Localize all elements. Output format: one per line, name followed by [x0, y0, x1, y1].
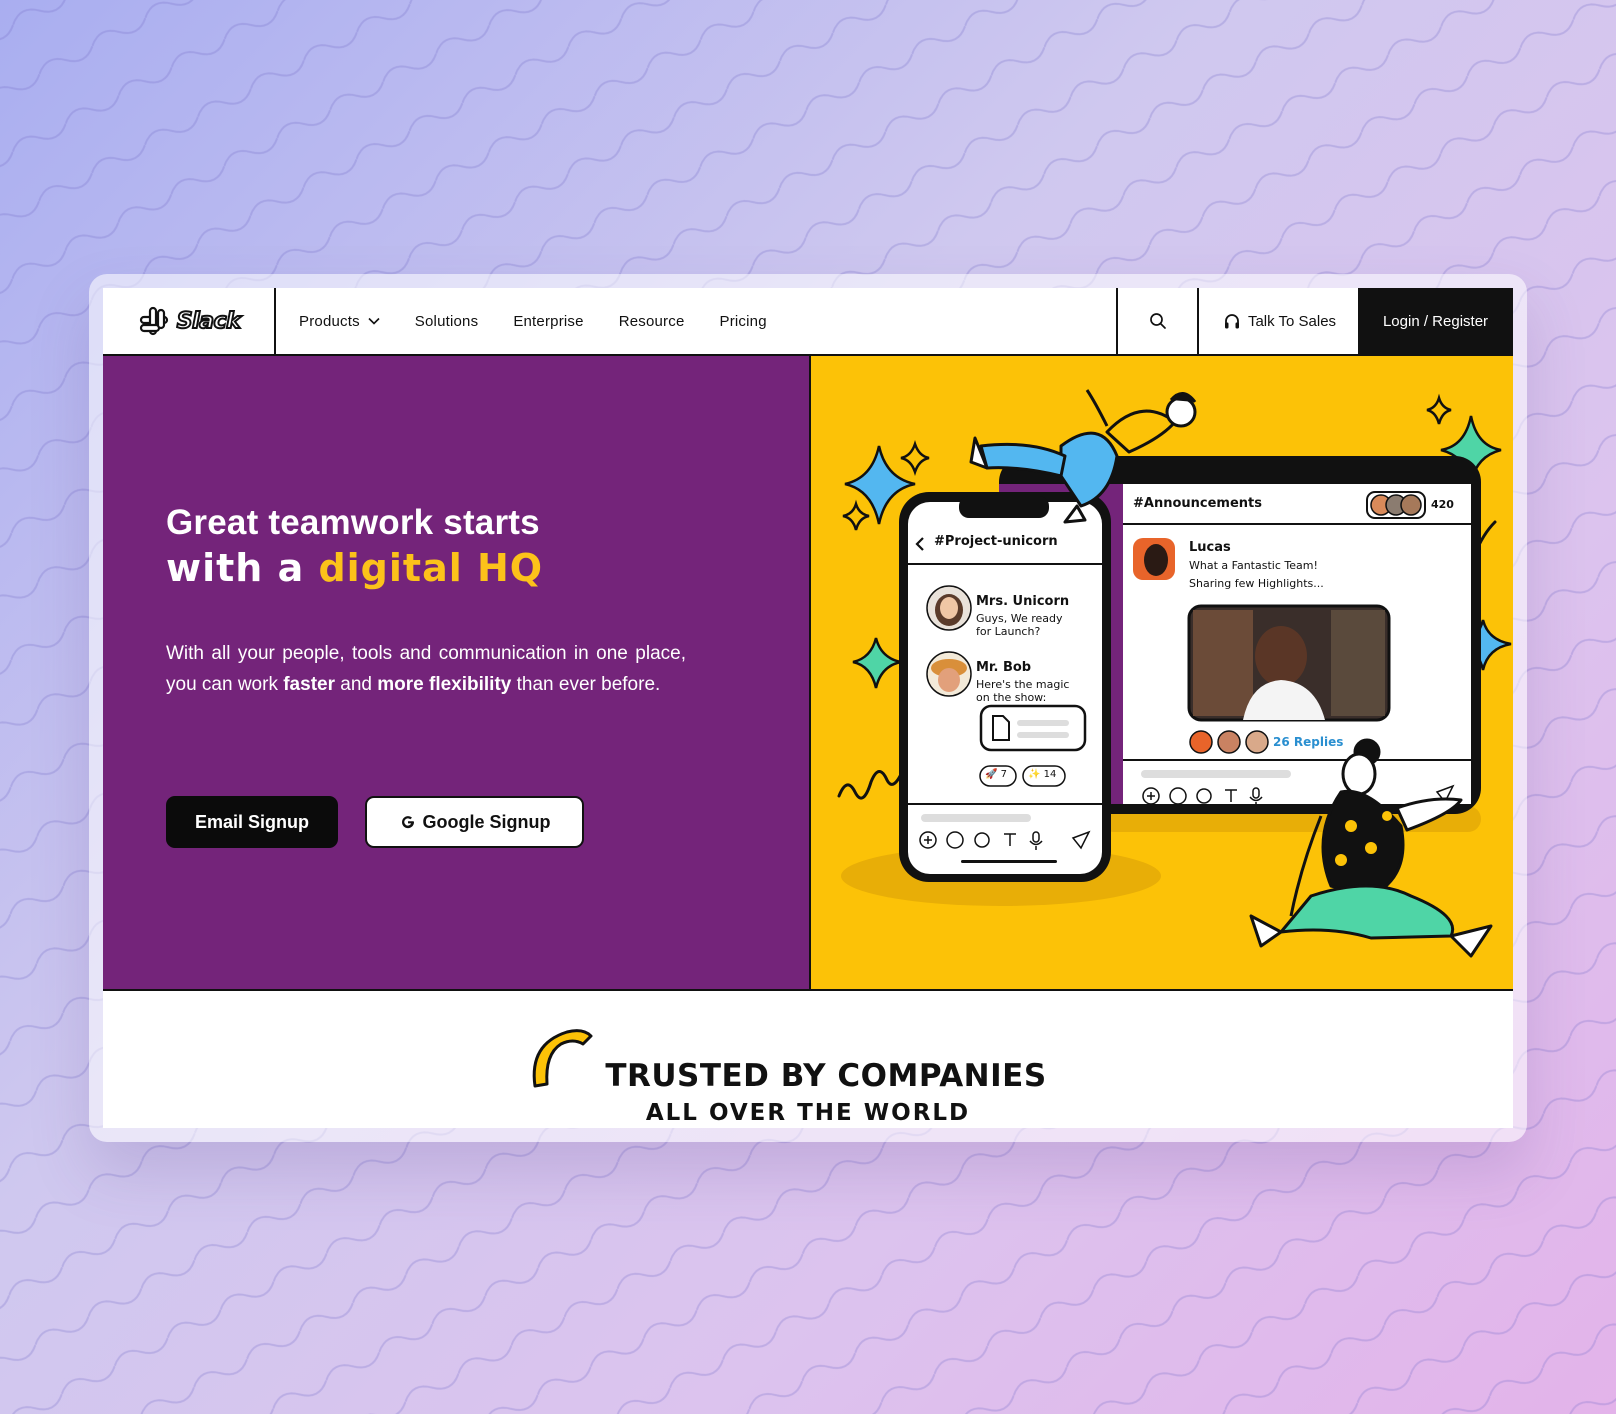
hero-text-panel: Great teamwork starts with a digital HQ … [103, 356, 809, 990]
tablet-msg-line2: Sharing few Highlights... [1189, 577, 1324, 590]
menu-item-label: Solutions [414, 312, 479, 330]
hero-illustration [837, 389, 1512, 958]
hero-illustration-panel: #Project-unicorn Mrs. Unicorn Guys, We r… [809, 356, 1513, 990]
hero-title-line2: with a digital HQ [166, 546, 543, 590]
menu-item-products[interactable]: Products [299, 313, 380, 330]
reaction-rocket: 🚀 7 [985, 769, 1007, 780]
desc-part: and [334, 674, 378, 695]
search-icon [1149, 313, 1166, 329]
tablet-member-count: 420 [1431, 498, 1454, 511]
phone-msg2-line2: on the show: [976, 691, 1047, 704]
phone-msg1-line2: for Launch? [976, 625, 1041, 638]
hero-title-line1: Great teamwork starts [166, 503, 540, 542]
menu-item-solutions[interactable]: Solutions [415, 313, 479, 330]
main-menu: Products Solutions Enterprise Resource P… [299, 288, 802, 354]
desc-bold-flexibility: more flexibility [377, 674, 512, 695]
menu-item-pricing[interactable]: Pricing [719, 313, 766, 330]
reaction-count: 14 [1043, 769, 1057, 780]
desc-part: than ever before. [511, 674, 661, 695]
logo-text: Slack [176, 308, 242, 335]
hero-title-prefix: with a [166, 546, 319, 590]
login-register-button[interactable]: Login / Register [1358, 288, 1513, 354]
hero-title-highlight: digital HQ [318, 546, 544, 590]
slack-logo-icon [139, 306, 168, 336]
search-button[interactable] [1116, 288, 1199, 354]
email-signup-button[interactable]: Email Signup [166, 796, 338, 848]
tablet-msg-name: Lucas [1189, 540, 1231, 555]
trusted-title-line1: TRUSTED BY COMPANIES [605, 1058, 1047, 1094]
sparkles-icon: ✨ [1028, 769, 1041, 780]
reaction-sparkles: ✨ 14 [1028, 769, 1056, 780]
menu-item-label: Resource [618, 312, 685, 330]
chevron-down-icon [368, 317, 380, 325]
google-icon [401, 816, 414, 829]
phone-msg1-name: Mrs. Unicorn [976, 594, 1070, 609]
rocket-icon: 🚀 [985, 769, 998, 780]
menu-item-label: Enterprise [513, 312, 584, 330]
phone-msg2-line1: Here's the magic [976, 678, 1070, 691]
trusted-title-line2: ALL OVER THE WORLD [645, 1100, 971, 1126]
talk-to-sales-label: Talk To Sales [1247, 312, 1337, 330]
top-navbar: Slack Products Solutions Enterprise Reso… [103, 288, 1513, 356]
menu-item-enterprise[interactable]: Enterprise [513, 313, 583, 330]
phone-channel-name: #Project-unicorn [934, 534, 1058, 549]
menu-item-label: Products [299, 312, 360, 330]
google-signup-button[interactable]: Google Signup [365, 796, 584, 848]
headphones-icon [1224, 314, 1239, 329]
talk-to-sales-button[interactable]: Talk To Sales [1199, 288, 1360, 354]
divider [103, 989, 1513, 991]
google-signup-label: Google Signup [422, 811, 551, 832]
desc-bold-faster: faster [283, 674, 335, 695]
phone-msg1-line1: Guys, We ready [976, 612, 1063, 625]
tablet-replies-link: 26 Replies [1273, 735, 1344, 749]
landing-page: Slack Products Solutions Enterprise Reso… [103, 288, 1513, 1128]
slack-logo[interactable]: Slack [103, 288, 276, 354]
login-register-label: Login / Register [1382, 312, 1489, 330]
phone-msg2-name: Mr. Bob [976, 660, 1032, 675]
menu-item-label: Pricing [719, 312, 767, 330]
tablet-msg-line1: What a Fantastic Team! [1189, 559, 1318, 572]
tablet-channel-name: #Announcements [1133, 496, 1262, 511]
hero-description: With all your people, tools and communic… [166, 638, 686, 700]
menu-item-resource[interactable]: Resource [619, 313, 685, 330]
reaction-count: 7 [1000, 769, 1008, 780]
